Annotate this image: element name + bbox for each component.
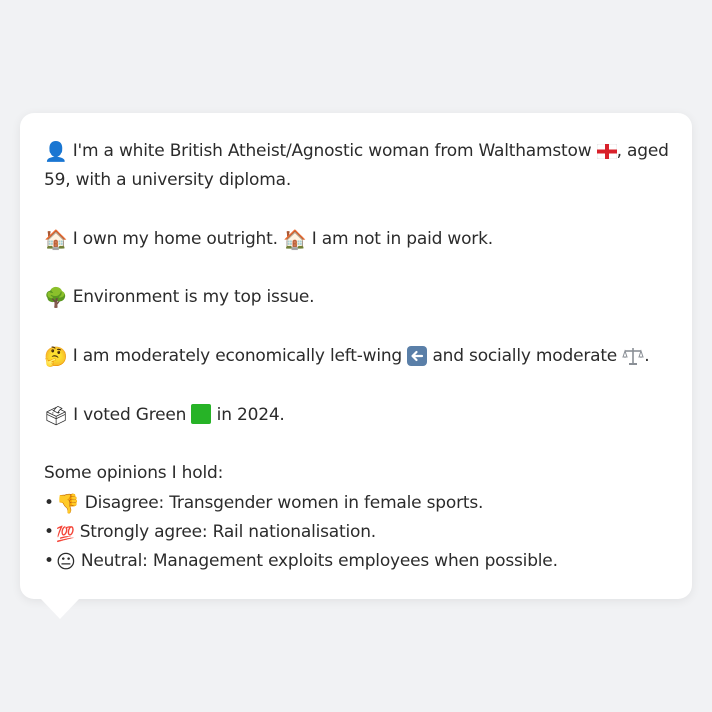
politics-line: 🤔 I am moderately economically left-wing… xyxy=(44,342,668,371)
vote-text-b: in 2024. xyxy=(216,404,285,425)
opinion-text: Strongly agree: Rail nationalisation. xyxy=(79,521,376,542)
issue-text: Environment is my top issue. xyxy=(72,287,315,308)
opinion-text: Disagree: Transgender women in female sp… xyxy=(84,492,484,513)
list-item: • 😐 Neutral: Management exploits employee… xyxy=(44,547,668,576)
intro-line-2: 59, with a university diploma. xyxy=(44,166,668,195)
intro-text-b: , aged xyxy=(616,141,669,161)
thinking-face-icon: 🤔 xyxy=(44,346,68,369)
ballot-box-icon: 🗳 xyxy=(44,404,68,427)
home-text: I own my home outright. xyxy=(72,228,278,249)
politics-text-b: and socially moderate xyxy=(432,346,618,367)
vote-line: 🗳 I voted Green in 2024. xyxy=(44,401,668,430)
speech-bubble-tail xyxy=(40,598,80,619)
work-text: I am not in paid work. xyxy=(311,228,493,249)
home-line: 🏠 I own my home outright. 🏠 I am not in … xyxy=(44,225,668,254)
person-silhouette-icon: 👤 xyxy=(44,141,68,163)
intro-text-c: 59, with a university diploma. xyxy=(44,170,292,191)
tree-icon: 🌳 xyxy=(44,287,68,310)
hundred-points-icon: 💯 xyxy=(56,524,75,543)
house-icon: 🏠 xyxy=(44,228,68,251)
house-icon: 🏠 xyxy=(283,228,307,251)
neutral-face-icon: 😐 xyxy=(56,551,76,574)
opinions-heading: Some opinions I hold: xyxy=(44,463,224,484)
thumbs-down-icon: 👎 xyxy=(56,492,80,515)
england-flag-icon xyxy=(596,143,618,162)
profile-card: 👤 I'm a white British Atheist/Agnostic w… xyxy=(20,113,692,599)
left-arrow-icon xyxy=(407,346,428,367)
vote-text-a: I voted Green xyxy=(73,404,187,425)
intro-text: I'm a white British Atheist/Agnostic wom… xyxy=(72,141,592,161)
bullet: • xyxy=(44,551,54,572)
bullet: • xyxy=(44,521,54,542)
bullet: • xyxy=(44,492,54,513)
list-item: • 💯 Strongly agree: Rail nationalisation. xyxy=(44,518,668,547)
intro-line: 👤 I'm a white British Atheist/Agnostic w… xyxy=(44,137,669,166)
opinion-text: Neutral: Management exploits employees w… xyxy=(80,551,558,572)
list-item: • 👎 Disagree: Transgender women in female… xyxy=(44,489,668,518)
politics-text-c: . xyxy=(644,346,650,367)
balance-scale-icon xyxy=(622,346,644,367)
politics-text-a: I am moderately economically left-wing xyxy=(72,346,403,367)
issue-line: 🌳 Environment is my top issue. xyxy=(44,283,668,312)
green-square-icon xyxy=(191,403,212,424)
